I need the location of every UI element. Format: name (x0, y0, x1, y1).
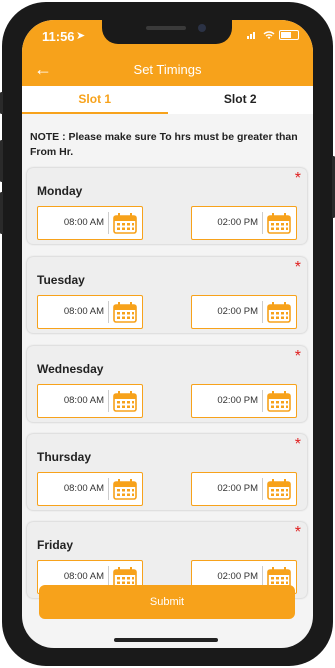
from-time-field[interactable]: 08:00 AM (37, 206, 143, 240)
phone-volume-down (0, 192, 3, 234)
app-screen: 11:56 ➤ ← Set Timings Slot 1 Slot 2 NOTE… (22, 20, 313, 648)
day-card-thursday: Thursday * 08:00 AM 02:00 PM (27, 434, 307, 510)
notch (102, 20, 232, 44)
from-time-value: 08:00 AM (63, 217, 104, 228)
required-asterisk: * (294, 170, 301, 187)
wifi-icon (263, 30, 275, 39)
from-time-value: 08:00 AM (63, 483, 104, 494)
submit-button[interactable]: Submit (39, 585, 295, 619)
field-divider (108, 390, 109, 412)
tab-slot-1[interactable]: Slot 1 (22, 86, 168, 114)
status-bar: 11:56 ➤ (22, 20, 313, 54)
day-name: Wednesday (37, 362, 104, 376)
calendar-icon[interactable] (112, 477, 138, 501)
field-divider (262, 301, 263, 323)
required-asterisk: * (294, 436, 301, 453)
front-camera (198, 24, 206, 32)
to-time-field[interactable]: 02:00 PM (191, 206, 297, 240)
field-divider (108, 301, 109, 323)
calendar-icon[interactable] (112, 300, 138, 324)
app-header: ← Set Timings (22, 54, 313, 86)
signal-icon (247, 31, 259, 39)
to-time-field[interactable]: 02:00 PM (191, 472, 297, 506)
home-indicator (114, 638, 218, 642)
day-card-monday: Monday * 08:00 AM 02:00 PM (27, 168, 307, 244)
from-time-value: 08:00 AM (63, 306, 104, 317)
page-title: Set Timings (133, 62, 202, 77)
required-asterisk: * (294, 348, 301, 365)
slot-tabs: Slot 1 Slot 2 (22, 86, 313, 114)
from-time-value: 08:00 AM (63, 571, 104, 582)
to-time-value: 02:00 PM (217, 306, 258, 317)
from-time-field[interactable]: 08:00 AM (37, 472, 143, 506)
to-time-value: 02:00 PM (217, 395, 258, 406)
speaker (146, 26, 186, 30)
calendar-icon[interactable] (266, 211, 292, 235)
required-asterisk: * (294, 259, 301, 276)
to-time-value: 02:00 PM (217, 571, 258, 582)
note-text: NOTE : Please make sure To hrs must be g… (30, 131, 298, 158)
battery-icon (279, 30, 299, 40)
phone-volume-up (0, 140, 3, 182)
calendar-icon[interactable] (112, 211, 138, 235)
day-card-tuesday: Tuesday * 08:00 AM 02:00 PM (27, 257, 307, 333)
day-card-wednesday: Wednesday * 08:00 AM 02:00 PM (27, 346, 307, 422)
calendar-icon[interactable] (266, 477, 292, 501)
location-icon: ➤ (76, 30, 86, 42)
to-time-field[interactable]: 02:00 PM (191, 384, 297, 418)
from-time-field[interactable]: 08:00 AM (37, 295, 143, 329)
day-name: Tuesday (37, 273, 85, 287)
calendar-icon[interactable] (112, 389, 138, 413)
field-divider (262, 212, 263, 234)
from-time-field[interactable]: 08:00 AM (37, 384, 143, 418)
day-name: Thursday (37, 450, 92, 464)
field-divider (262, 478, 263, 500)
field-divider (108, 212, 109, 234)
from-time-value: 08:00 AM (63, 395, 104, 406)
to-time-value: 02:00 PM (217, 483, 258, 494)
field-divider (108, 478, 109, 500)
status-time: 11:56 (42, 29, 75, 44)
to-time-field[interactable]: 02:00 PM (191, 295, 297, 329)
status-icons (247, 30, 299, 40)
calendar-icon[interactable] (266, 389, 292, 413)
field-divider (262, 390, 263, 412)
calendar-icon[interactable] (266, 300, 292, 324)
day-name: Friday (37, 538, 74, 552)
day-name: Monday (37, 184, 83, 198)
phone-mute-switch (0, 92, 3, 114)
to-time-value: 02:00 PM (217, 217, 258, 228)
tab-slot-2[interactable]: Slot 2 (168, 86, 314, 114)
required-asterisk: * (294, 524, 301, 541)
